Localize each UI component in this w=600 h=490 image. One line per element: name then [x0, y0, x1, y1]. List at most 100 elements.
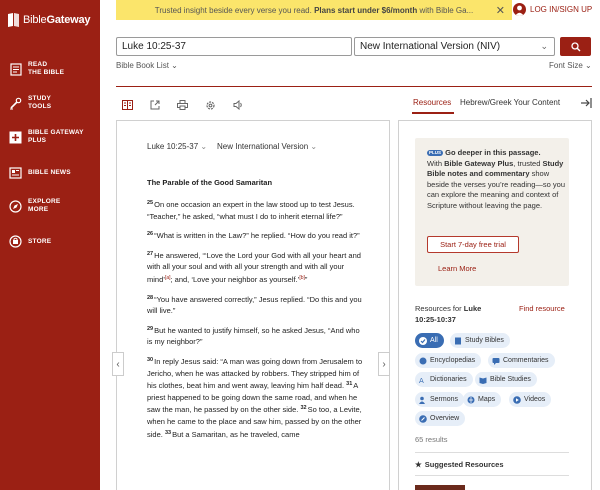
parallel-view-icon[interactable]: [121, 99, 133, 111]
divider: [415, 452, 569, 453]
sidebar-item-study-tools[interactable]: STUDY TOOLS: [9, 95, 51, 111]
bible-book-list-toggle[interactable]: Bible Book List ⌄: [116, 61, 178, 70]
sidebar-item-label: EXPLORE MORE: [28, 198, 61, 213]
sidebar-item-explore-more[interactable]: EXPLORE MORE: [9, 198, 60, 214]
verse-number: 28: [147, 294, 154, 301]
logo-book-icon: [8, 13, 19, 27]
version-select[interactable]: New International Version (NIV) ⌄: [354, 37, 555, 56]
chevron-down-icon: ⌄: [310, 142, 318, 151]
collapse-panel-icon[interactable]: [580, 97, 592, 109]
sidebar-item-bible-gateway-plus[interactable]: BIBLE GATEWAY PLUS: [9, 129, 84, 145]
verse-number: 25: [147, 200, 154, 206]
star-icon: ★: [415, 460, 422, 469]
filter-all[interactable]: All: [415, 333, 444, 348]
search-icon: [570, 41, 580, 51]
verse: 28“You have answered correctly,” Jesus r…: [147, 294, 362, 316]
filter-overview[interactable]: Overview: [415, 411, 466, 426]
sidebar-item-label: STUDY TOOLS: [28, 95, 52, 110]
sermon-icon: [419, 396, 427, 404]
audio-icon[interactable]: [232, 99, 244, 111]
chevron-down-icon: ⌄: [200, 142, 208, 151]
header-divider: [116, 86, 592, 87]
sidebar-item-label: READ THE BIBLE: [28, 61, 65, 76]
passage-search-input[interactable]: Luke 10:25-37: [116, 37, 352, 56]
plus-promo-card: PLUS Go deeper in this passage. With Bib…: [415, 138, 569, 286]
suggested-resources-heading: ★ Suggested Resources: [415, 460, 504, 469]
study-bible-icon: [454, 337, 462, 345]
tab-hebrew-greek-your-content[interactable]: Hebrew/Greek Your Content: [460, 98, 560, 107]
find-resource-link[interactable]: Find resource: [519, 304, 569, 315]
chevron-down-icon: ⌄: [540, 41, 548, 51]
filter-videos[interactable]: Videos: [509, 392, 552, 407]
previous-chapter-button[interactable]: ‹: [112, 352, 124, 376]
chevron-left-icon: ‹: [116, 358, 120, 370]
verse-number: 33: [164, 429, 172, 436]
verse: 26“What is written in the Law?” he repli…: [147, 231, 360, 241]
resources-for-label: Resources for Luke 10:25-10:37: [415, 304, 482, 324]
bible-gateway-logo[interactable]: BibleGateway: [7, 12, 91, 28]
plus-icon: [9, 131, 22, 144]
sidebar-item-label: BIBLE GATEWAY PLUS: [28, 129, 84, 144]
verse: 29But he wanted to justify himself, so h…: [147, 325, 360, 347]
user-avatar-icon: [513, 3, 526, 16]
active-tab-indicator: [412, 112, 454, 114]
verse-number: 27: [147, 250, 154, 257]
resources-panel: PLUS Go deeper in this passage. With Bib…: [398, 120, 592, 490]
verse: 25On one occasion an expert in the law s…: [147, 200, 355, 221]
sidebar-item-label: STORE: [28, 237, 52, 245]
logo-text: BibleGateway: [23, 14, 91, 26]
filter-maps[interactable]: Maps: [463, 392, 502, 407]
filter-sermons[interactable]: Sermons: [415, 392, 465, 407]
print-icon[interactable]: [176, 99, 188, 111]
font-size-toggle[interactable]: Font Size ⌄: [549, 61, 592, 70]
close-icon[interactable]: ✕: [496, 4, 505, 17]
play-icon: [513, 395, 521, 404]
filter-commentaries[interactable]: Commentaries: [488, 353, 555, 368]
sidebar-item-bible-news[interactable]: BIBLE NEWS: [9, 166, 71, 179]
chevron-down-icon: ⌄: [585, 61, 592, 70]
next-chapter-button[interactable]: ›: [378, 352, 390, 376]
filter-dictionaries[interactable]: A Dictionaries: [415, 372, 473, 387]
chevron-right-icon: ›: [382, 358, 386, 370]
start-free-trial-button[interactable]: Start 7-day free trial: [427, 236, 519, 253]
study-tools-icon: [9, 97, 22, 110]
dictionary-icon: A: [419, 376, 427, 384]
tab-resources[interactable]: Resources: [413, 98, 451, 107]
filter-study-bibles[interactable]: Study Bibles: [450, 333, 510, 348]
verse: 30In reply Jesus said: “A man was going …: [147, 356, 363, 439]
chevron-down-icon: ⌄: [171, 61, 178, 70]
sidebar: BibleGateway READ THE BIBLE STUDY TOOLS BI…: [0, 0, 100, 490]
filter-bible-studies[interactable]: Bible Studies: [475, 372, 537, 387]
learn-more-link[interactable]: Learn More: [438, 264, 476, 273]
sidebar-item-store[interactable]: STORE: [9, 235, 51, 248]
passage-reference-dropdown[interactable]: Luke 10:25-37 ⌄: [147, 142, 207, 151]
book-icon: [9, 62, 22, 76]
gear-icon[interactable]: [204, 99, 216, 111]
passage-reading-pane: Luke 10:25-37 ⌄ New International Versio…: [116, 120, 390, 490]
verse-number: 31: [346, 381, 353, 388]
overview-icon: [419, 414, 427, 423]
store-icon: [9, 235, 22, 248]
verse-number: 29: [147, 325, 154, 332]
verse: 27He answered, “‘Love the Lord your God …: [147, 250, 361, 284]
globe-icon: [419, 357, 427, 365]
suggested-resource-thumbnail[interactable]: [415, 485, 465, 490]
sidebar-item-label: BIBLE NEWS: [28, 168, 71, 176]
plus-promo-text: PLUS Go deeper in this passage. With Bib…: [427, 148, 565, 210]
share-icon[interactable]: [149, 99, 161, 111]
results-count: 65 results: [415, 435, 448, 444]
comment-icon: [492, 357, 500, 365]
login-signup-link[interactable]: LOG IN/SIGN UP: [513, 3, 592, 16]
passage-heading: The Parable of the Good Samaritan: [147, 178, 273, 187]
filter-encyclopedias[interactable]: Encyclopedias: [415, 353, 482, 368]
login-label: LOG IN/SIGN UP: [530, 5, 593, 14]
plus-badge: PLUS: [427, 150, 444, 156]
version-select-value: New International Version (NIV): [360, 41, 501, 52]
news-icon: [9, 166, 22, 179]
compass-icon: [9, 199, 22, 213]
verse-number: 26: [147, 231, 154, 238]
passage-version-dropdown[interactable]: New International Version ⌄: [217, 142, 317, 151]
sidebar-item-read-the-bible[interactable]: READ THE BIBLE: [9, 61, 64, 77]
promo-banner[interactable]: Trusted insight beside every verse you r…: [116, 0, 512, 20]
search-button[interactable]: [560, 37, 591, 56]
